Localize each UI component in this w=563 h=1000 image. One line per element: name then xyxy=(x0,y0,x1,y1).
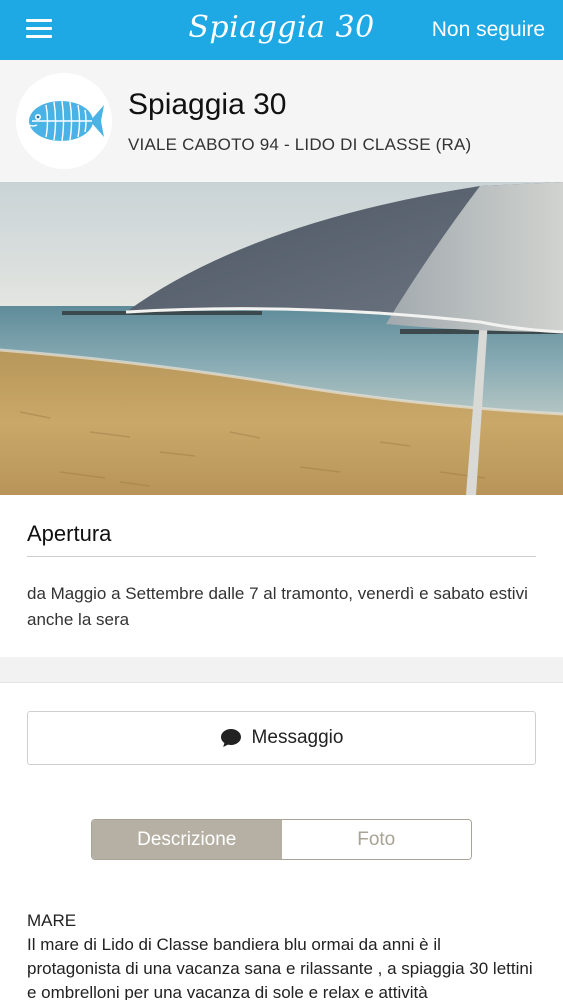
menu-icon[interactable] xyxy=(26,18,52,40)
opening-hours-section: Apertura da Maggio a Settembre dalle 7 a… xyxy=(0,495,563,657)
description-text: Il mare di Lido di Classe bandiera blu o… xyxy=(27,935,533,1000)
chat-bubble-icon xyxy=(220,729,241,747)
fish-logo-icon xyxy=(16,73,112,169)
content-tabs: Descrizione Foto xyxy=(91,819,472,860)
description-section: MARE Il mare di Lido di Classe bandiera … xyxy=(27,909,539,1000)
tab-foto[interactable]: Foto xyxy=(281,820,471,859)
divider xyxy=(27,556,536,557)
tab-descrizione[interactable]: Descrizione xyxy=(92,820,282,859)
unfollow-button[interactable]: Non seguire xyxy=(432,18,545,42)
opening-hours-text: da Maggio a Settembre dalle 7 al tramont… xyxy=(27,584,528,629)
avatar xyxy=(16,73,112,169)
opening-hours-title: Apertura xyxy=(27,521,112,546)
profile-header: Spiaggia 30 VIALE CABOTO 94 - LIDO DI CL… xyxy=(0,60,563,182)
message-button[interactable]: Messaggio xyxy=(27,711,536,765)
section-separator xyxy=(0,657,563,683)
profile-name: Spiaggia 30 xyxy=(128,88,287,121)
top-navigation-bar: Spiaggia 30 Non seguire xyxy=(0,0,563,60)
message-button-label: Messaggio xyxy=(251,727,344,748)
profile-address: VIALE CABOTO 94 - LIDO DI CLASSE (RA) xyxy=(128,135,472,154)
description-heading: MARE xyxy=(27,911,77,930)
cover-photo xyxy=(0,182,563,495)
